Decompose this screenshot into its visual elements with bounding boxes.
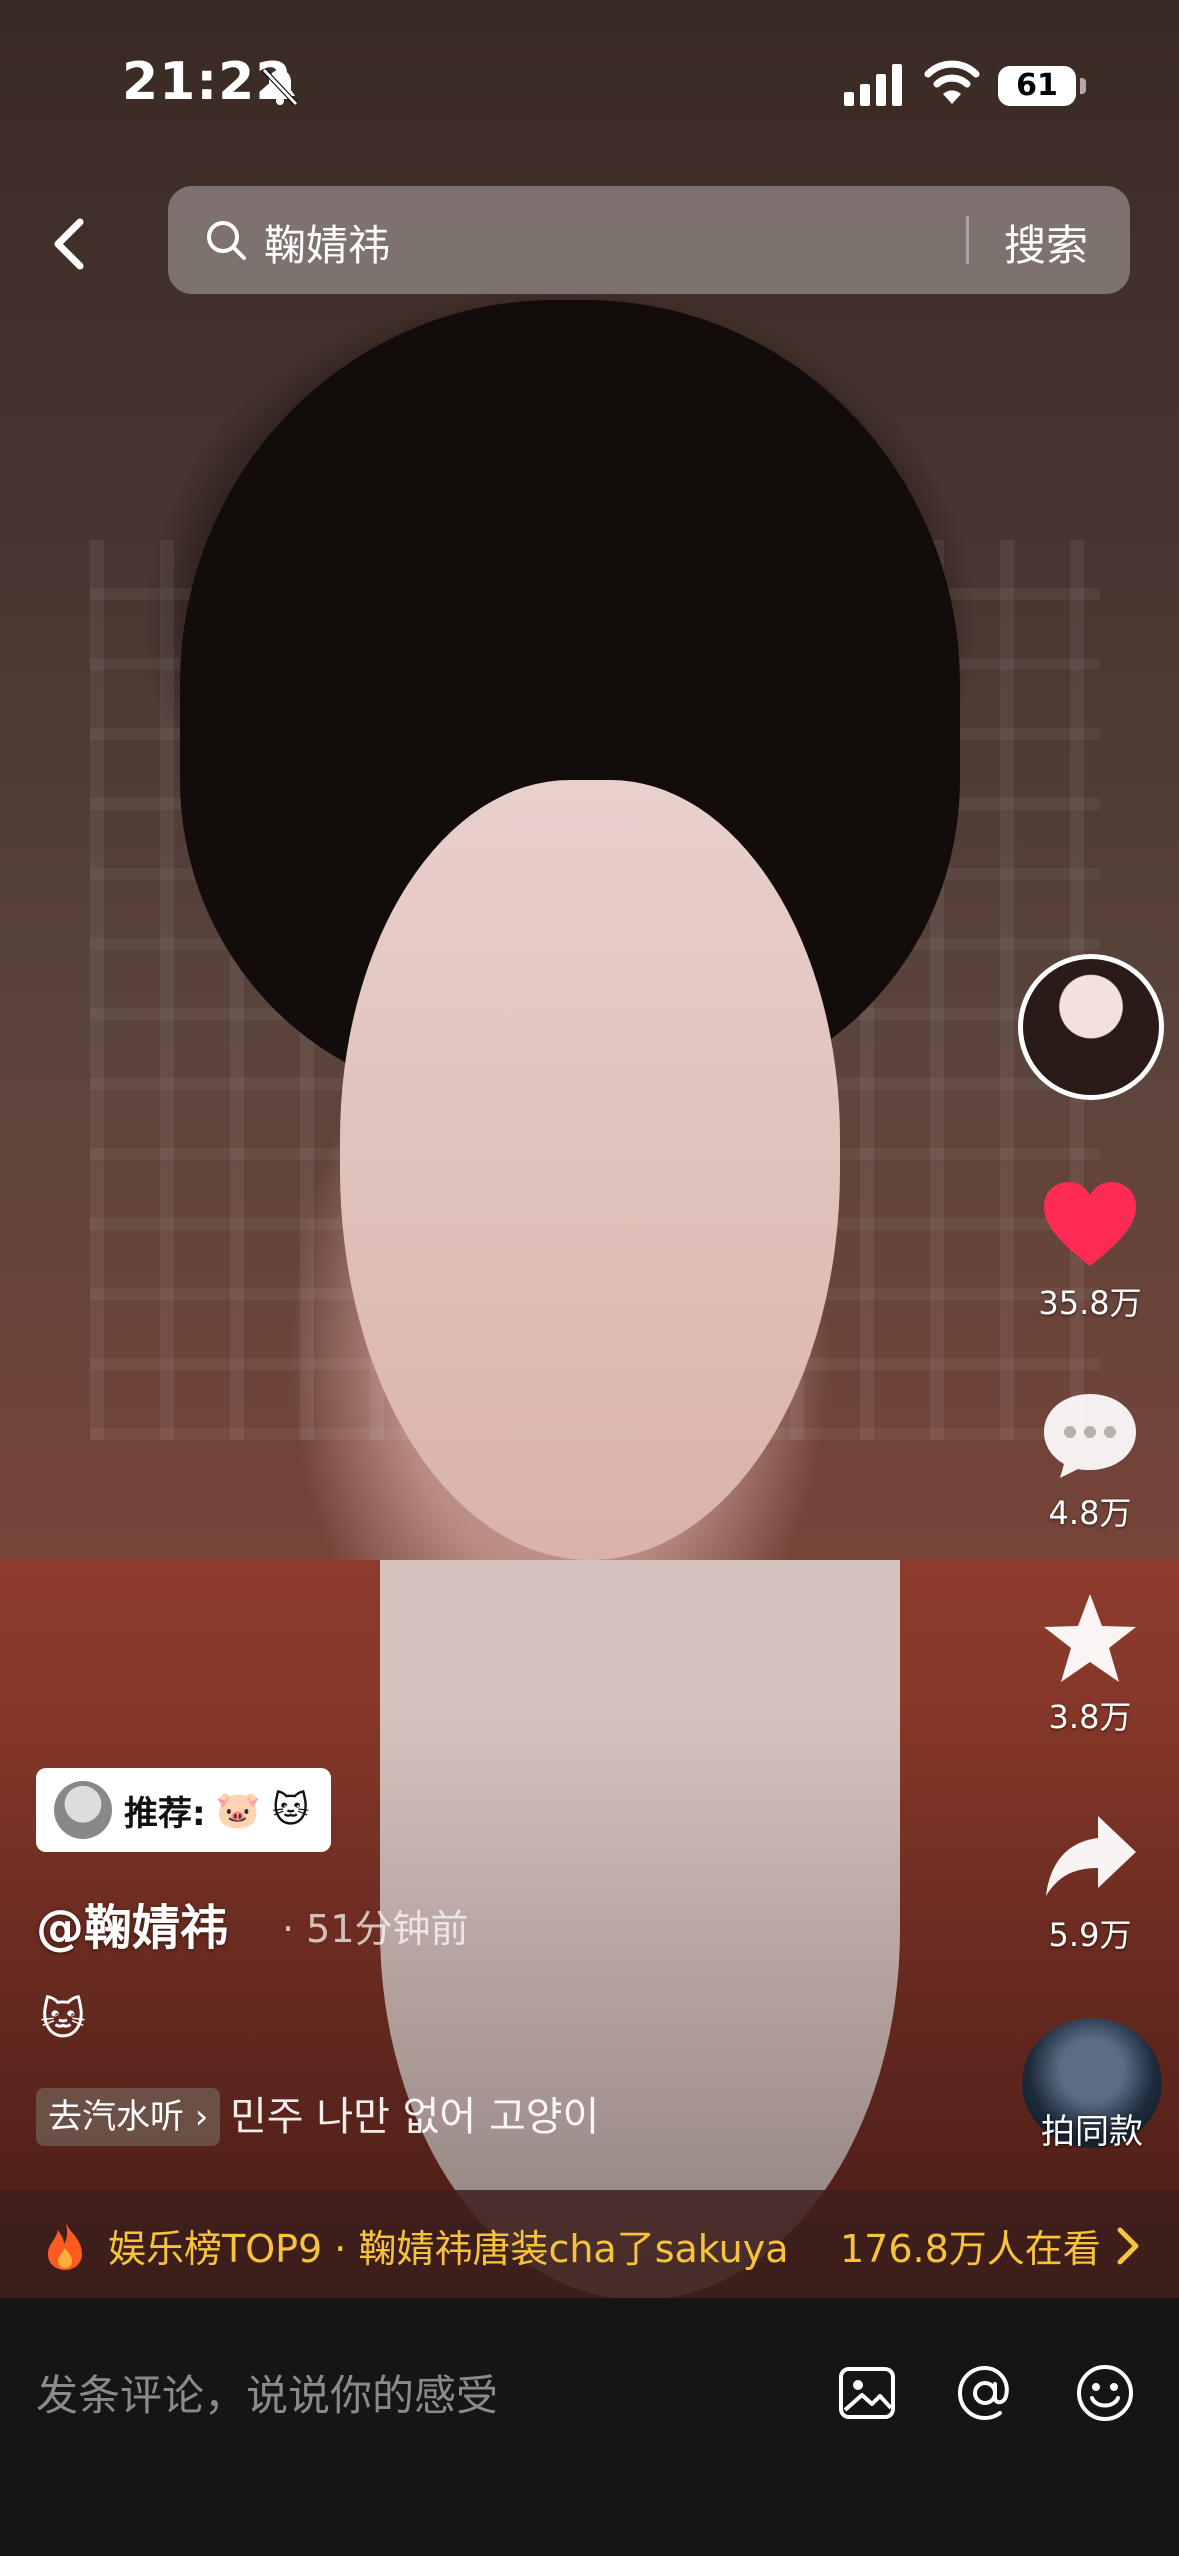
recommend-tag[interactable]: 推荐: 🐷 🐱 xyxy=(36,1768,332,1852)
star-icon xyxy=(1044,1594,1136,1682)
comment-icon xyxy=(1044,1394,1136,1478)
music-title[interactable]: 민주 나만 없어 고양이 xyxy=(230,2088,599,2146)
back-arrow-icon[interactable] xyxy=(40,208,100,280)
share-count: 5.9万 xyxy=(1048,1916,1132,1954)
search-bar[interactable]: 鞠婧祎 搜索 xyxy=(168,186,1130,294)
image-icon[interactable] xyxy=(836,2362,898,2424)
at-icon[interactable] xyxy=(954,2362,1016,2424)
search-button[interactable]: 搜索 xyxy=(1004,212,1088,273)
battery-indicator: 61 xyxy=(998,66,1076,106)
post-caption: 🐱 xyxy=(40,1994,86,2045)
music-app-chip[interactable]: 去汽水听 › xyxy=(36,2088,221,2146)
recommend-label: 推荐: xyxy=(124,1793,206,1834)
recommend-emoji: 🐷 🐱 xyxy=(215,1790,310,1831)
comment-button[interactable]: 4.8万 xyxy=(1030,1390,1150,1534)
post-time: · 51分钟前 xyxy=(282,1907,469,1951)
fire-icon xyxy=(48,2220,82,2270)
emoji-icon[interactable] xyxy=(1074,2362,1136,2424)
bell-muted-icon xyxy=(262,68,298,106)
like-button[interactable]: 35.8万 xyxy=(1030,1180,1150,1324)
search-query[interactable]: 鞠婧祎 xyxy=(264,212,390,273)
video-screen: 21:22 61 鞠婧祎 搜索 35.8万 4.8万 3.8万 5.9万 拍同款… xyxy=(0,0,1179,2556)
comment-count: 4.8万 xyxy=(1048,1494,1132,1532)
share-icon xyxy=(1046,1816,1136,1896)
search-divider xyxy=(966,216,969,264)
favorite-button[interactable]: 3.8万 xyxy=(1030,1592,1150,1738)
trending-text: 娱乐榜TOP9 · 鞠婧祎唐装cha了sakuya xyxy=(108,2227,789,2271)
signal-icon xyxy=(844,64,902,106)
video-subject-face xyxy=(340,780,840,1560)
status-bar: 21:22 61 xyxy=(0,0,1179,170)
remix-label[interactable]: 拍同款 xyxy=(1010,2104,1174,2153)
chevron-right-icon xyxy=(1117,2227,1139,2265)
trending-viewers: 176.8万人在看 xyxy=(840,2227,1101,2271)
like-count: 35.8万 xyxy=(1038,1284,1142,1322)
recommender-avatar xyxy=(54,1781,112,1839)
author-avatar[interactable] xyxy=(1018,954,1164,1100)
comment-input[interactable]: 发条评论，说说你的感受 xyxy=(36,2362,498,2423)
comment-bar: 发条评论，说说你的感受 xyxy=(0,2298,1179,2556)
author-username[interactable]: @鞠婧祎 xyxy=(36,1888,228,1958)
favorite-count: 3.8万 xyxy=(1048,1698,1132,1736)
share-button[interactable]: 5.9万 xyxy=(1030,1812,1150,1956)
search-icon xyxy=(207,221,246,260)
trending-banner[interactable]: 娱乐榜TOP9 · 鞠婧祎唐装cha了sakuya 176.8万人在看 xyxy=(0,2190,1179,2298)
battery-tip xyxy=(1080,78,1086,94)
heart-icon xyxy=(1044,1182,1136,1266)
wifi-icon xyxy=(924,60,980,104)
